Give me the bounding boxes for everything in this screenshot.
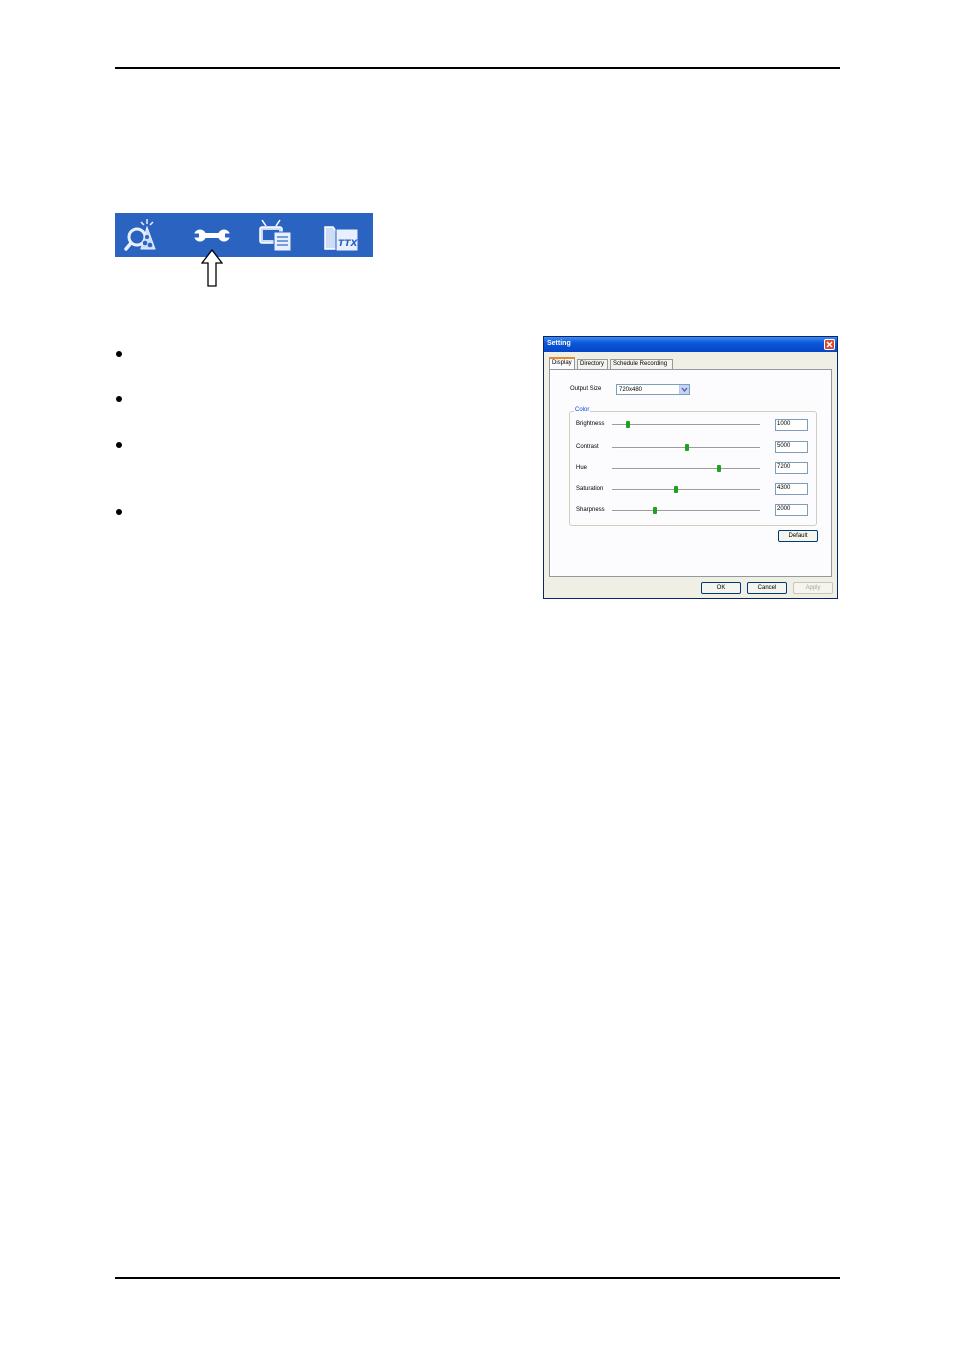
dialog-titlebar[interactable]: Setting <box>544 337 837 352</box>
dialog-title: Setting <box>547 340 571 347</box>
svg-text:TTX: TTX <box>338 239 358 249</box>
header-rule <box>115 67 840 69</box>
sharpness-label: Sharpness <box>576 507 605 513</box>
contrast-value-field[interactable]: 5000 <box>775 441 808 453</box>
slider-thumb[interactable] <box>653 507 657 514</box>
saturation-label: Saturation <box>576 486 604 492</box>
sharpness-slider[interactable] <box>612 507 760 514</box>
bullet-marker <box>116 509 122 515</box>
hue-label: Hue <box>576 465 588 471</box>
color-group: Color Brightness 1000 Contrast 5000 Hue … <box>569 407 817 526</box>
hue-value-field[interactable]: 7200 <box>775 462 808 474</box>
tab-schedule-recording[interactable]: Schedule Recording <box>610 359 673 369</box>
teletext-ttx-icon[interactable]: TTX <box>322 217 362 253</box>
epg-tv-icon[interactable] <box>257 217 297 253</box>
up-arrow-icon <box>200 248 224 287</box>
slider-thumb[interactable] <box>674 486 678 493</box>
slider-thumb[interactable] <box>685 444 689 451</box>
close-button[interactable] <box>824 339 835 350</box>
brightness-label: Brightness <box>576 421 605 427</box>
setting-dialog: Setting Display Directory Schedule Recor… <box>543 336 838 599</box>
chevron-down-icon[interactable] <box>679 385 689 394</box>
color-group-label: Color <box>574 407 591 413</box>
apply-button[interactable]: Apply <box>793 582 833 594</box>
output-size-value: 720x480 <box>619 387 643 393</box>
saturation-slider[interactable] <box>612 486 760 493</box>
tab-display[interactable]: Display <box>549 357 575 369</box>
bullet-marker <box>116 351 122 357</box>
display-panel: Output Size 720x480 Color Brightness 100… <box>549 369 832 577</box>
output-size-label: Output Size <box>570 386 602 392</box>
slider-thumb[interactable] <box>717 465 721 472</box>
hue-slider[interactable] <box>612 465 760 472</box>
output-size-select[interactable]: 720x480 <box>616 384 690 395</box>
contrast-slider[interactable] <box>612 444 760 451</box>
footer-rule <box>115 1277 840 1279</box>
tab-directory[interactable]: Directory <box>577 359 608 369</box>
sharpness-value-field[interactable]: 2000 <box>775 504 808 516</box>
brightness-slider[interactable] <box>612 421 760 428</box>
channel-scan-icon[interactable] <box>123 217 163 253</box>
slider-thumb[interactable] <box>626 421 630 428</box>
brightness-value-field[interactable]: 1000 <box>775 419 808 431</box>
bullet-marker <box>116 442 122 448</box>
bullet-marker <box>116 396 122 402</box>
app-toolbar: TTX <box>115 213 373 257</box>
contrast-label: Contrast <box>576 444 599 450</box>
cancel-button[interactable]: Cancel <box>747 582 787 594</box>
close-icon <box>826 341 833 348</box>
default-button[interactable]: Default <box>778 530 818 542</box>
settings-wrench-icon[interactable] <box>192 217 232 253</box>
saturation-value-field[interactable]: 4300 <box>775 483 808 495</box>
ok-button[interactable]: OK <box>701 582 741 594</box>
